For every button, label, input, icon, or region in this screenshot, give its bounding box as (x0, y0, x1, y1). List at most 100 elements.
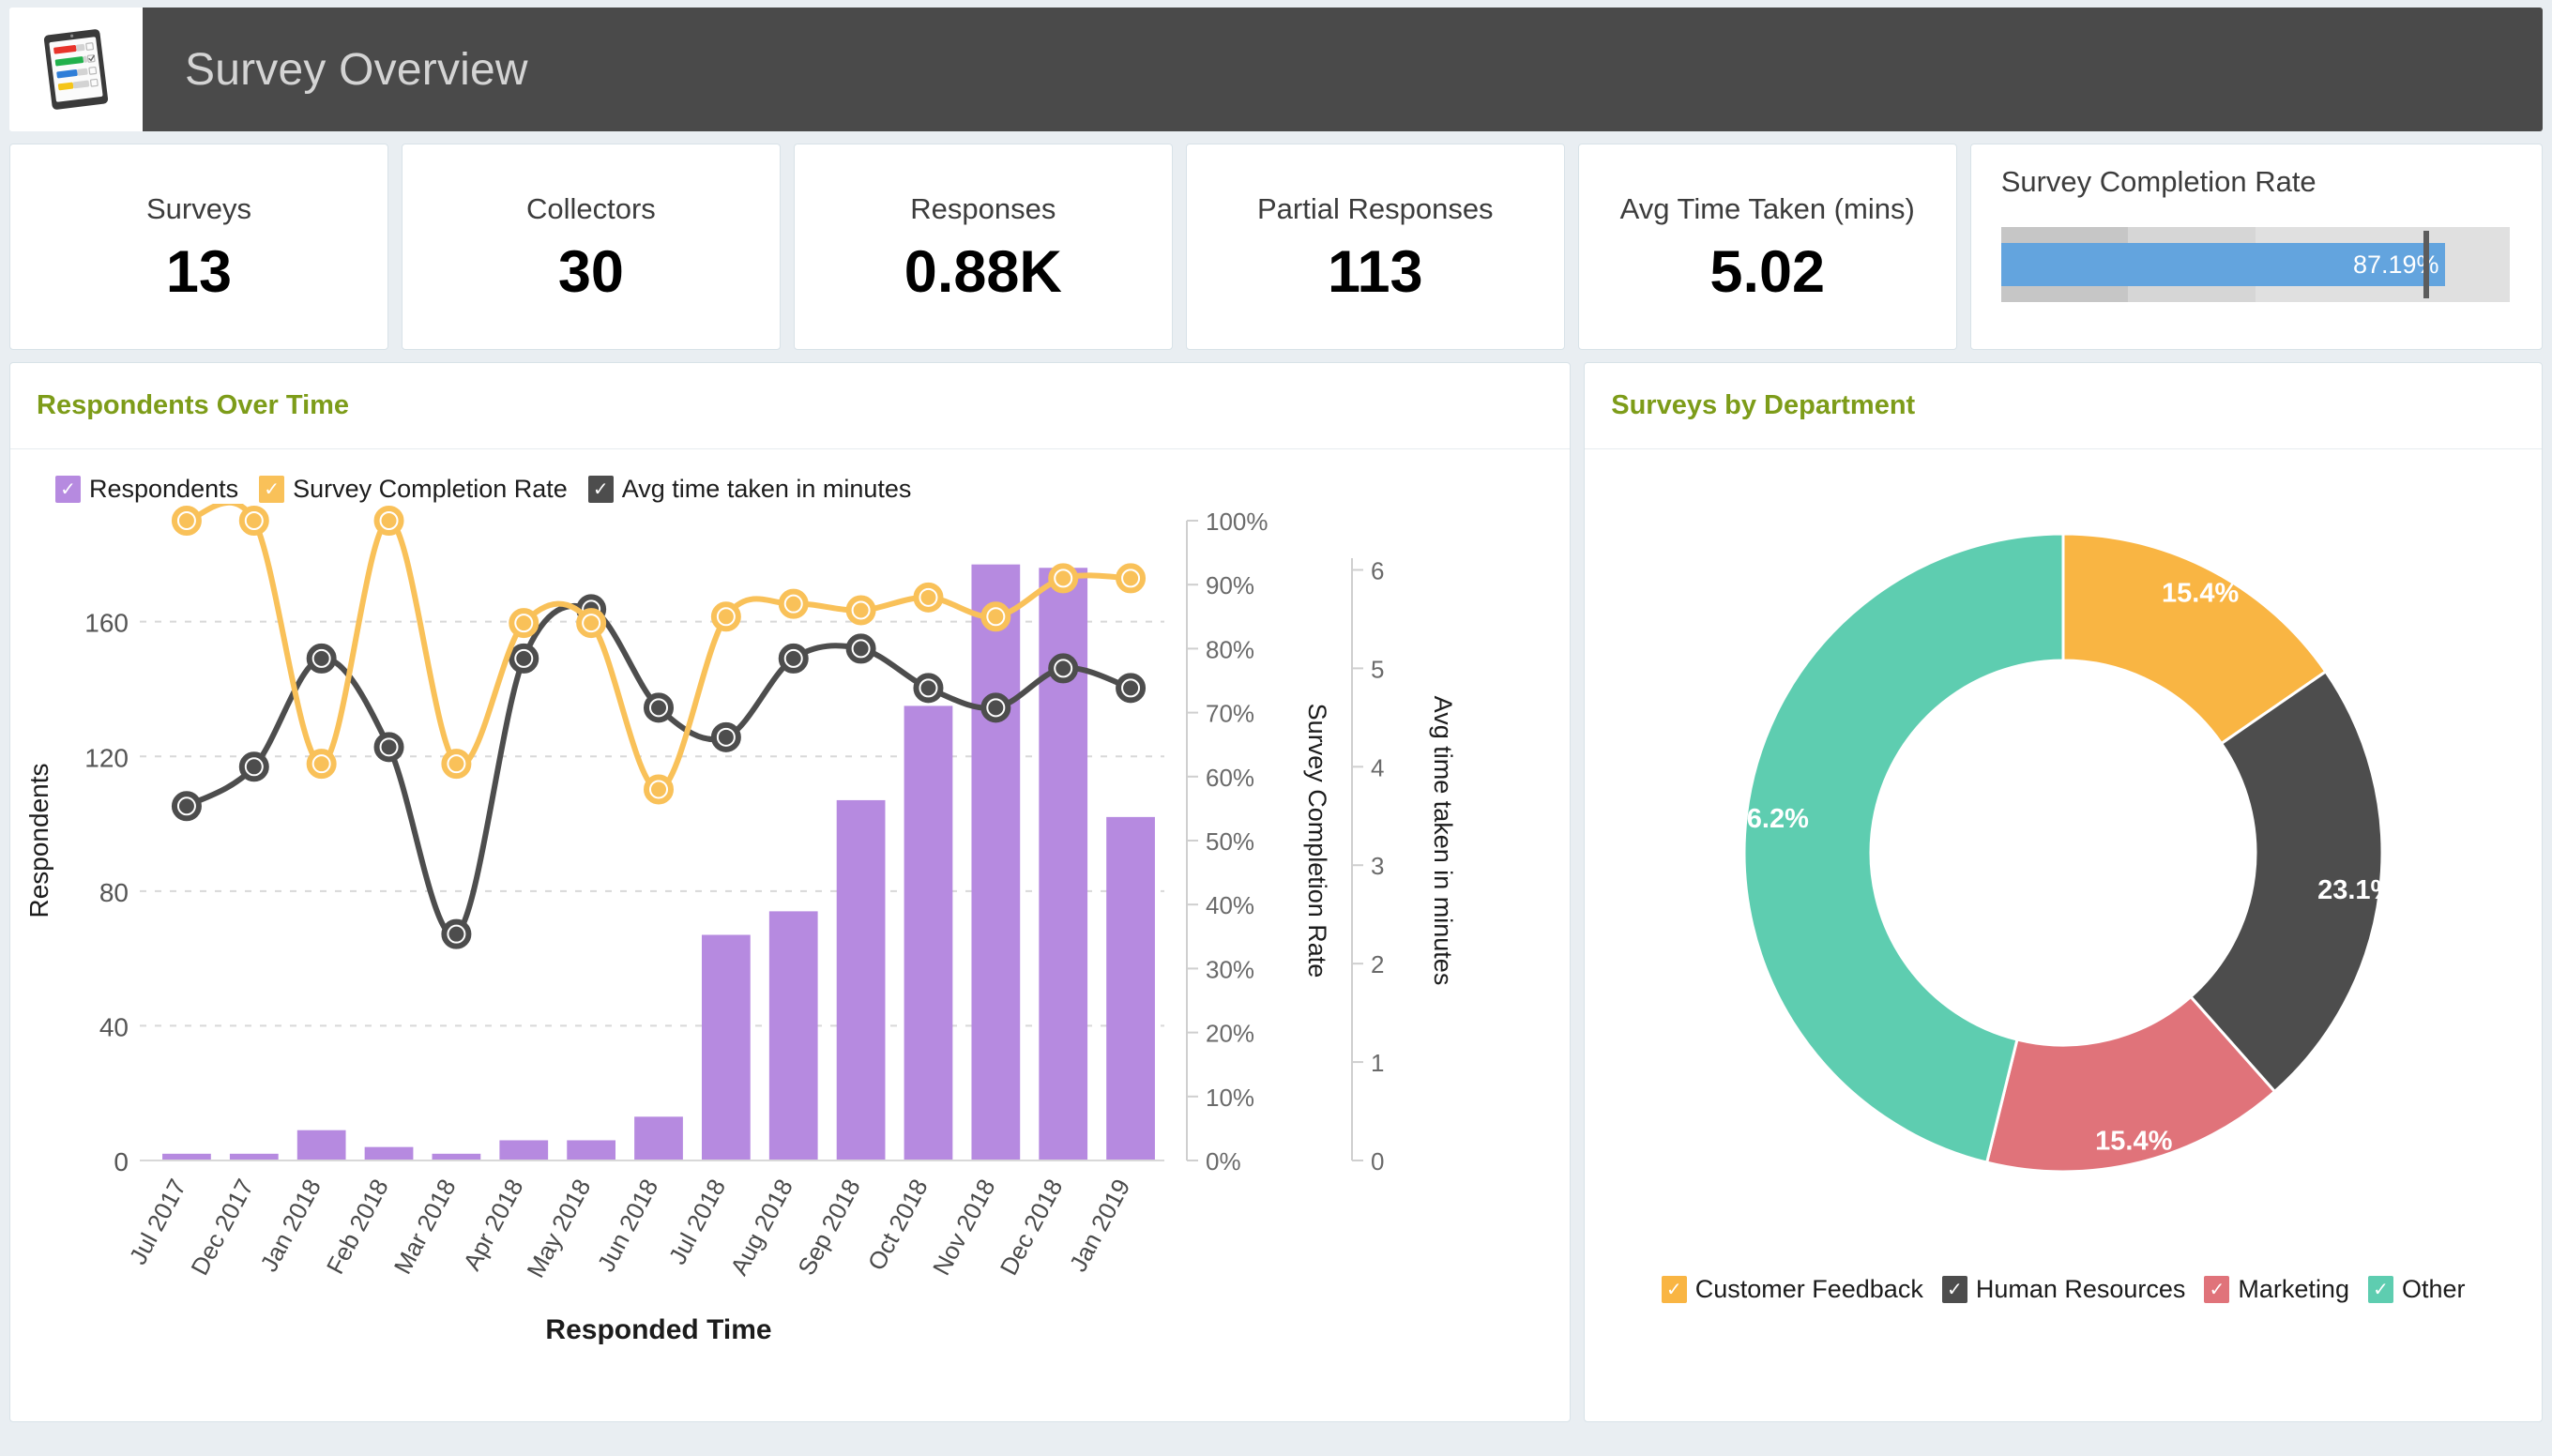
kpi-label: Partial Responses (1256, 191, 1494, 225)
bar[interactable] (971, 564, 1021, 1160)
avg-time-data-point[interactable] (178, 798, 194, 814)
kpi-value: 30 (557, 238, 624, 305)
legend-label: Marketing (2238, 1275, 2349, 1303)
kpi-card-avg-time-taken[interactable]: Avg Time Taken (mins) 5.02 (1577, 144, 1957, 350)
y3-axis-tick-label: 3 (1371, 852, 1384, 880)
avg-time-data-point[interactable] (381, 739, 397, 755)
kpi-value: 113 (1327, 238, 1423, 305)
avg-time-data-point[interactable] (1123, 680, 1139, 696)
y2-axis-tick-label: 100% (1206, 508, 1268, 536)
avg-time-data-point[interactable] (448, 926, 464, 942)
legend-item[interactable]: ✓ Other (2367, 1275, 2466, 1304)
x-axis-tick-label: May 2018 (521, 1175, 596, 1282)
y2-axis-tick-label: 50% (1206, 827, 1254, 856)
completion-rate-data-point[interactable] (785, 596, 801, 612)
completion-rate-data-point[interactable] (651, 781, 666, 797)
legend-checkbox-icon[interactable]: ✓ (1941, 1276, 1967, 1303)
kpi-label: Responses (910, 191, 1056, 225)
bar[interactable] (1106, 816, 1155, 1160)
panel-title: Respondents Over Time (37, 390, 350, 420)
y-axis-tick-label: 80 (99, 878, 129, 907)
bar[interactable] (904, 705, 953, 1160)
bar[interactable] (567, 1140, 616, 1160)
avg-time-data-point[interactable] (718, 729, 734, 745)
completion-rate-data-point[interactable] (1123, 570, 1139, 586)
completion-rate-data-point[interactable] (516, 615, 532, 631)
y-axis-title: Respondents (24, 763, 53, 918)
kpi-card-surveys[interactable]: Surveys 13 (9, 144, 388, 350)
completion-rate-data-point[interactable] (988, 609, 1004, 625)
legend-item[interactable]: ✓ Customer Feedback (1661, 1275, 1923, 1304)
avg-time-data-point[interactable] (313, 650, 329, 666)
y2-axis-tick-label: 0% (1206, 1147, 1241, 1175)
completion-rate-data-point[interactable] (920, 589, 936, 605)
completion-rate-data-point[interactable] (178, 513, 194, 528)
legend-checkbox-icon[interactable]: ✓ (2367, 1276, 2393, 1303)
completion-rate-data-point[interactable] (584, 615, 600, 631)
legend-item[interactable]: ✓ Survey Completion Rate (259, 475, 568, 504)
y2-axis-tick-label: 40% (1206, 891, 1254, 919)
kpi-card-partial-responses[interactable]: Partial Responses 113 (1185, 144, 1565, 350)
avg-time-data-point[interactable] (920, 680, 936, 696)
bullet-target-marker (2423, 231, 2429, 298)
bar[interactable] (229, 1153, 279, 1160)
avg-time-data-point[interactable] (1056, 660, 1071, 676)
bar[interactable] (768, 911, 818, 1160)
legend-checkbox-icon[interactable]: ✓ (55, 476, 81, 503)
y3-axis-tick-label: 2 (1371, 950, 1384, 978)
y3-axis-title: Avg time taken in minutes (1429, 696, 1457, 986)
completion-rate-data-point[interactable] (246, 513, 262, 528)
y2-axis-tick-label: 30% (1206, 955, 1254, 983)
bar[interactable] (162, 1153, 211, 1160)
legend-item[interactable]: ✓ Respondents (55, 475, 238, 504)
combo-chart-legend: ✓ Respondents ✓ Survey Completion Rate ✓ Avg … (10, 449, 1570, 504)
avg-time-data-point[interactable] (651, 700, 666, 716)
completion-rate-data-point[interactable] (313, 756, 329, 772)
y-axis-tick-label: 160 (84, 609, 129, 638)
kpi-card-collectors[interactable]: Collectors 30 (401, 144, 781, 350)
legend-checkbox-icon[interactable]: ✓ (1661, 1276, 1687, 1303)
completion-rate-data-point[interactable] (448, 756, 464, 772)
donut-chart-legend: ✓ Customer Feedback ✓ Human Resources ✓ Marke… (1585, 1275, 2542, 1336)
x-axis-tick-label: Aug 2018 (724, 1175, 798, 1280)
survey-completion-rate-card[interactable]: Survey Completion Rate 87.19% (1969, 144, 2544, 350)
completion-rate-data-point[interactable] (718, 609, 734, 625)
donut-chart[interactable]: 15.4% 23.1% 15.4% 46.2% (1585, 449, 2542, 1275)
bar[interactable] (499, 1140, 549, 1160)
legend-item[interactable]: ✓ Avg time taken in minutes (587, 475, 912, 504)
completion-rate-data-point[interactable] (853, 602, 869, 618)
completion-rate-data-point[interactable] (381, 513, 397, 528)
x-axis-title: Responded Time (545, 1314, 771, 1345)
kpi-label: Avg Time Taken (mins) (1619, 191, 1915, 225)
y2-axis-title: Survey Completion Rate (1303, 704, 1331, 978)
legend-item[interactable]: ✓ Human Resources (1941, 1275, 2186, 1304)
legend-label: Human Resources (1975, 1275, 2186, 1303)
legend-label: Avg time taken in minutes (621, 475, 912, 503)
bar[interactable] (364, 1146, 414, 1160)
completion-rate-data-point[interactable] (1056, 570, 1071, 586)
x-axis-tick-label: Jul 2018 (663, 1175, 732, 1269)
x-axis-tick-label: Mar 2018 (388, 1175, 462, 1279)
avg-time-data-point[interactable] (785, 650, 801, 666)
bar[interactable] (432, 1153, 481, 1160)
legend-item[interactable]: ✓ Marketing (2204, 1275, 2349, 1304)
y2-axis-tick-label: 20% (1206, 1020, 1254, 1048)
bar[interactable] (634, 1116, 683, 1160)
avg-time-data-point[interactable] (988, 700, 1004, 716)
bar[interactable] (296, 1130, 346, 1160)
bar[interactable] (836, 799, 886, 1160)
legend-checkbox-icon[interactable]: ✓ (2204, 1276, 2230, 1303)
bullet-chart: 87.19% (2000, 227, 2511, 302)
bar[interactable] (701, 934, 751, 1160)
avg-time-data-point[interactable] (853, 641, 869, 657)
legend-label: Survey Completion Rate (293, 475, 568, 503)
bullet-chart-title: Survey Completion Rate (2000, 165, 2317, 198)
legend-checkbox-icon[interactable]: ✓ (587, 476, 614, 503)
kpi-card-responses[interactable]: Responses 0.88K (793, 144, 1173, 350)
legend-checkbox-icon[interactable]: ✓ (259, 476, 285, 503)
y3-axis-tick-label: 5 (1371, 655, 1384, 683)
avg-time-data-point[interactable] (246, 759, 262, 775)
avg-time-data-point[interactable] (516, 650, 532, 666)
kpi-row: Surveys 13 Collectors 30 Responses 0.88K… (9, 144, 2544, 350)
combo-chart[interactable]: 0 40 80 120 160 Respondents Jul 2017 Dec 2017 Ja… (10, 504, 1570, 1367)
